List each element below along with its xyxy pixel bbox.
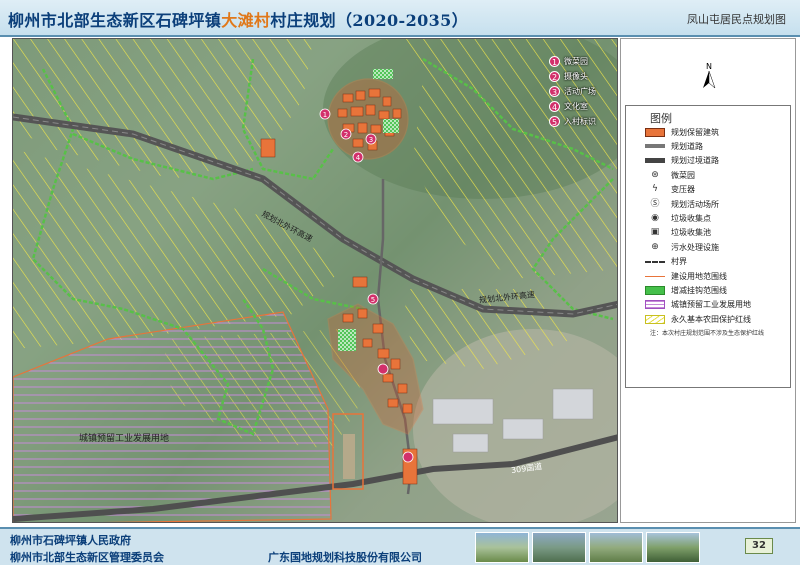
yellow-hatch-icon	[645, 314, 665, 324]
village-photo-1	[475, 532, 529, 563]
title-highlight: 大滩村	[221, 11, 271, 30]
marker-number: 2	[549, 71, 560, 82]
title-part1: 柳州市北部生态新区石碑坪镇	[8, 11, 222, 30]
transformer-icon: ϟ	[652, 184, 658, 195]
legend-item: Ⓢ 规划活动场所	[645, 197, 719, 211]
marker-number: 4	[549, 101, 560, 112]
dark-road-icon	[645, 158, 665, 164]
legend-note: 注：本次村庄规划范围不涉及生态保护红线	[650, 330, 765, 337]
title-part2: 村庄规划（2020-2035）	[270, 11, 469, 30]
purple-hatch-icon	[645, 300, 665, 310]
map-marker-3: 3	[369, 136, 373, 144]
header-bar: 柳州市北部生态新区石碑坪镇大滩村村庄规划（2020-2035） 凤山屯居民点规划…	[0, 0, 800, 37]
legend-item: 规划保留建筑	[645, 125, 719, 139]
legend-item: ▣ 垃圾收集池	[645, 226, 711, 240]
marker-item: 4 文化室	[549, 99, 596, 114]
legend-label: 垃圾收集池	[671, 228, 711, 238]
legend-label: 垃圾收集点	[671, 213, 711, 223]
sewage-icon: ⊕	[651, 241, 659, 252]
footer-bar: 柳州市石碑坪镇人民政府 柳州市北部生态新区管理委员会 广东国地规划科技股份有限公…	[0, 527, 800, 565]
map-drawing: 1 2 3 4 5	[13, 39, 617, 522]
legend-label: 微菜园	[671, 170, 695, 180]
marker-item: 3 活动广场	[549, 84, 596, 99]
legend-item: ϟ 变压器	[645, 183, 695, 197]
legend-item: ⊕ 污水处理设施	[645, 240, 719, 254]
legend-label: 城镇预留工业发展用地	[671, 300, 751, 310]
legend-label: 增减挂钩范围线	[671, 285, 727, 295]
map-marker-4: 4	[356, 154, 361, 162]
legend-item: 增减挂钩范围线	[645, 283, 727, 297]
legend-label: 规划道路	[671, 141, 703, 151]
marker-item: 1 微菜园	[549, 54, 596, 69]
marker-label: 微菜园	[564, 57, 588, 66]
marker-number: 3	[549, 86, 560, 97]
facility-marker-list: 1 微菜园 2 摄像头 3 活动广场 4 文化室 5 入村标识	[549, 54, 596, 129]
legend-label: 污水处理设施	[671, 242, 719, 252]
footer-gov1: 柳州市石碑坪镇人民政府	[10, 534, 131, 547]
legend-item: 村界	[645, 255, 687, 269]
svg-text:N: N	[706, 62, 712, 71]
marker-item: 2 摄像头	[549, 69, 596, 84]
footer-gov2: 柳州市北部生态新区管理委员会	[10, 551, 164, 564]
legend-label: 规划活动场所	[671, 199, 719, 209]
legend-item: ⊛ 微菜园	[645, 168, 695, 182]
industrial-area-label: 城镇预留工业发展用地	[79, 434, 170, 444]
legend-item: 城镇预留工业发展用地	[645, 298, 751, 312]
village-photo-3	[589, 532, 643, 563]
village-photo-4	[646, 532, 700, 563]
marker-label: 摄像头	[564, 72, 588, 81]
marker-label: 活动广场	[564, 87, 596, 96]
legend-item: 永久基本农田保护红线	[645, 312, 751, 326]
map-marker-1: 1	[323, 111, 327, 119]
legend-label: 建设用地范围线	[671, 271, 727, 281]
marker-item: 5 入村标识	[549, 114, 596, 129]
marker-label: 文化室	[564, 102, 588, 111]
page-title: 柳州市北部生态新区石碑坪镇大滩村村庄规划（2020-2035）	[8, 7, 468, 31]
legend-item: 建设用地范围线	[645, 269, 727, 283]
map-marker-5: 5	[371, 296, 375, 304]
marker-number: 5	[549, 116, 560, 127]
legend-label: 规划保留建筑	[671, 127, 719, 137]
footer-company: 广东国地规划科技股份有限公司	[268, 551, 422, 564]
marker-label: 入村标识	[564, 117, 596, 126]
marker-number: 1	[549, 56, 560, 67]
dashed-line-icon	[645, 260, 665, 263]
orange-fill-icon	[645, 127, 665, 137]
gray-road-icon	[645, 144, 665, 149]
legend-item: 规划过境道路	[645, 154, 719, 168]
page-subtitle: 凤山屯居民点规划图	[687, 13, 786, 26]
garbage-pool-icon: ▣	[650, 227, 660, 238]
red-line-icon	[645, 275, 665, 277]
vegetable-garden-icon: ⊛	[651, 169, 659, 180]
village-photo-2	[532, 532, 586, 563]
map-marker-2: 2	[344, 131, 348, 139]
garbage-point-icon: ◉	[651, 212, 659, 223]
page-number: 32	[745, 538, 773, 554]
legend-label: 永久基本农田保护红线	[671, 314, 751, 324]
legend-title: 图例	[650, 112, 672, 125]
green-hatch-icon	[645, 285, 665, 295]
legend-label: 规划过境道路	[671, 156, 719, 166]
legend-item: ◉ 垃圾收集点	[645, 211, 711, 225]
activity-icon: Ⓢ	[650, 198, 660, 209]
north-arrow-icon: N	[698, 60, 720, 94]
legend-label: 变压器	[671, 185, 695, 195]
map-canvas: 1 2 3 4 5 规划北外环高速 规划北外环高速 城镇预留工业发展用地 309…	[12, 38, 618, 523]
legend-label: 村界	[671, 257, 687, 267]
legend-item: 规划道路	[645, 139, 703, 153]
